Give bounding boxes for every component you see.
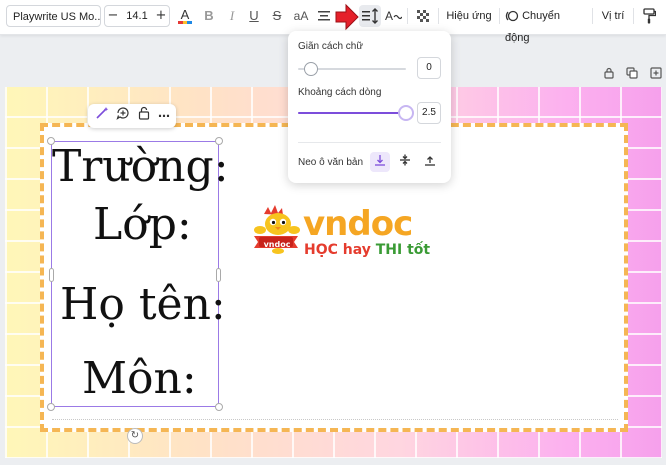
text-line-class: Lớp: (93, 199, 192, 250)
transparency-icon (417, 10, 429, 22)
anchor-bottom-button[interactable] (420, 152, 440, 172)
font-size-input[interactable]: 14.1 (121, 6, 153, 26)
anchor-top-icon (375, 155, 385, 166)
underline-icon: U (249, 8, 259, 23)
svg-text:A: A (385, 9, 393, 23)
anchor-middle-icon (400, 154, 410, 166)
animate-icon (505, 10, 519, 22)
rotate-handle[interactable]: ↻ (127, 428, 143, 444)
text-toolbar: Playwrite US Mo... − 14.1 + A B I U S aA (0, 0, 666, 44)
align-button[interactable] (316, 5, 332, 27)
toolbar-divider (407, 8, 408, 24)
animate-button[interactable]: Chuyển động (505, 5, 587, 44)
bold-icon: B (204, 8, 214, 23)
slogan-hoc: HỌC hay (304, 242, 376, 258)
decrease-size-button[interactable]: − (105, 6, 121, 26)
line-spacing-fill (298, 112, 406, 114)
lock-page-icon[interactable] (602, 67, 616, 81)
toolbar-divider (438, 8, 439, 24)
guide-line (52, 419, 618, 420)
lock-element-button[interactable] (134, 106, 154, 126)
spacing-button[interactable] (359, 5, 381, 27)
toolbar-divider (592, 8, 593, 24)
slogan-thi: THI tốt (375, 242, 431, 258)
transparency-button[interactable] (414, 5, 432, 27)
anchor-bottom-icon (425, 156, 435, 166)
resize-handle-top-right[interactable] (215, 137, 223, 145)
line-spacing-label: Khoảng cách dòng (298, 87, 382, 98)
popup-divider (298, 142, 441, 143)
underline-button[interactable]: U (245, 5, 263, 27)
letter-spacing-slider[interactable] (303, 62, 318, 76)
paint-roller-icon (643, 8, 657, 24)
logo-slogan: HỌC hay THI tốt (304, 242, 430, 258)
toolbar-divider (633, 8, 634, 24)
red-arrow-icon (335, 3, 359, 31)
resize-handle-left[interactable] (49, 268, 54, 282)
duplicate-icon (626, 67, 638, 79)
text-line-name: Họ tên: (60, 279, 226, 330)
toolbar-divider (499, 8, 500, 24)
logo-wordmark: vndoc (303, 204, 413, 244)
anchor-top-button[interactable] (370, 152, 390, 172)
italic-icon: I (229, 8, 235, 23)
align-center-icon (318, 11, 330, 21)
strikethrough-button[interactable]: S (268, 5, 286, 27)
resize-handle-bottom-left[interactable] (47, 403, 55, 411)
resize-handle-right[interactable] (216, 268, 221, 282)
element-mini-toolbar: ⋯ (88, 104, 176, 128)
position-button[interactable]: Vị trí (598, 5, 628, 27)
comment-add-icon (116, 107, 129, 120)
lock-icon (604, 67, 614, 79)
line-spacing-slider[interactable] (398, 105, 414, 121)
resize-handle-bottom-right[interactable] (215, 403, 223, 411)
letter-spacing-label: Giãn cách chữ (298, 41, 364, 52)
spacing-popup: Giãn cách chữ 0 Khoảng cách dòng 2.5 Neo… (288, 31, 451, 183)
strikethrough-icon: S (272, 8, 282, 23)
logo-badge-text: vndoc (264, 240, 291, 249)
letter-spacing-input[interactable]: 0 (417, 57, 441, 79)
rotate-icon: ↻ (130, 430, 140, 441)
text-style-icon: A (385, 9, 403, 23)
increase-size-button[interactable]: + (153, 6, 169, 26)
line-spacing-icon (362, 8, 378, 24)
text-case-button[interactable]: aA (290, 5, 312, 27)
text-color-icon: A (178, 7, 192, 24)
text-line-school: Trường: (52, 141, 229, 192)
magic-pen-icon (96, 107, 109, 119)
more-icon: ⋯ (158, 109, 170, 123)
anchor-middle-button[interactable] (395, 152, 415, 172)
unlock-icon (138, 106, 150, 120)
line-spacing-input[interactable]: 2.5 (417, 102, 441, 124)
text-style-button[interactable]: A (384, 5, 403, 27)
magic-write-button[interactable] (92, 106, 112, 126)
font-family-select[interactable]: Playwrite US Mo... (6, 5, 101, 27)
add-icon (650, 67, 662, 79)
more-options-button[interactable]: ⋯ (154, 106, 174, 126)
effects-button[interactable]: Hiệu ứng (444, 5, 494, 27)
resize-handle-top-left[interactable] (47, 137, 55, 145)
text-line-subject: Môn: (82, 353, 197, 404)
comment-button[interactable] (113, 106, 133, 126)
bold-button[interactable]: B (200, 5, 218, 27)
italic-button[interactable]: I (224, 5, 240, 27)
svg-text:A: A (181, 7, 190, 22)
add-page-icon[interactable] (649, 67, 663, 81)
text-case-icon: aA (293, 9, 309, 23)
duplicate-page-icon[interactable] (625, 67, 639, 81)
font-size-stepper[interactable]: − 14.1 + (104, 5, 170, 27)
logo-badge: vndoc (264, 240, 291, 249)
paint-format-button[interactable] (640, 5, 658, 27)
text-color-button[interactable]: A (175, 5, 195, 27)
selected-text-box[interactable]: Trường: Lớp: Họ tên: Môn: (47, 137, 229, 411)
anchor-label: Neo ô văn bản (298, 157, 364, 168)
